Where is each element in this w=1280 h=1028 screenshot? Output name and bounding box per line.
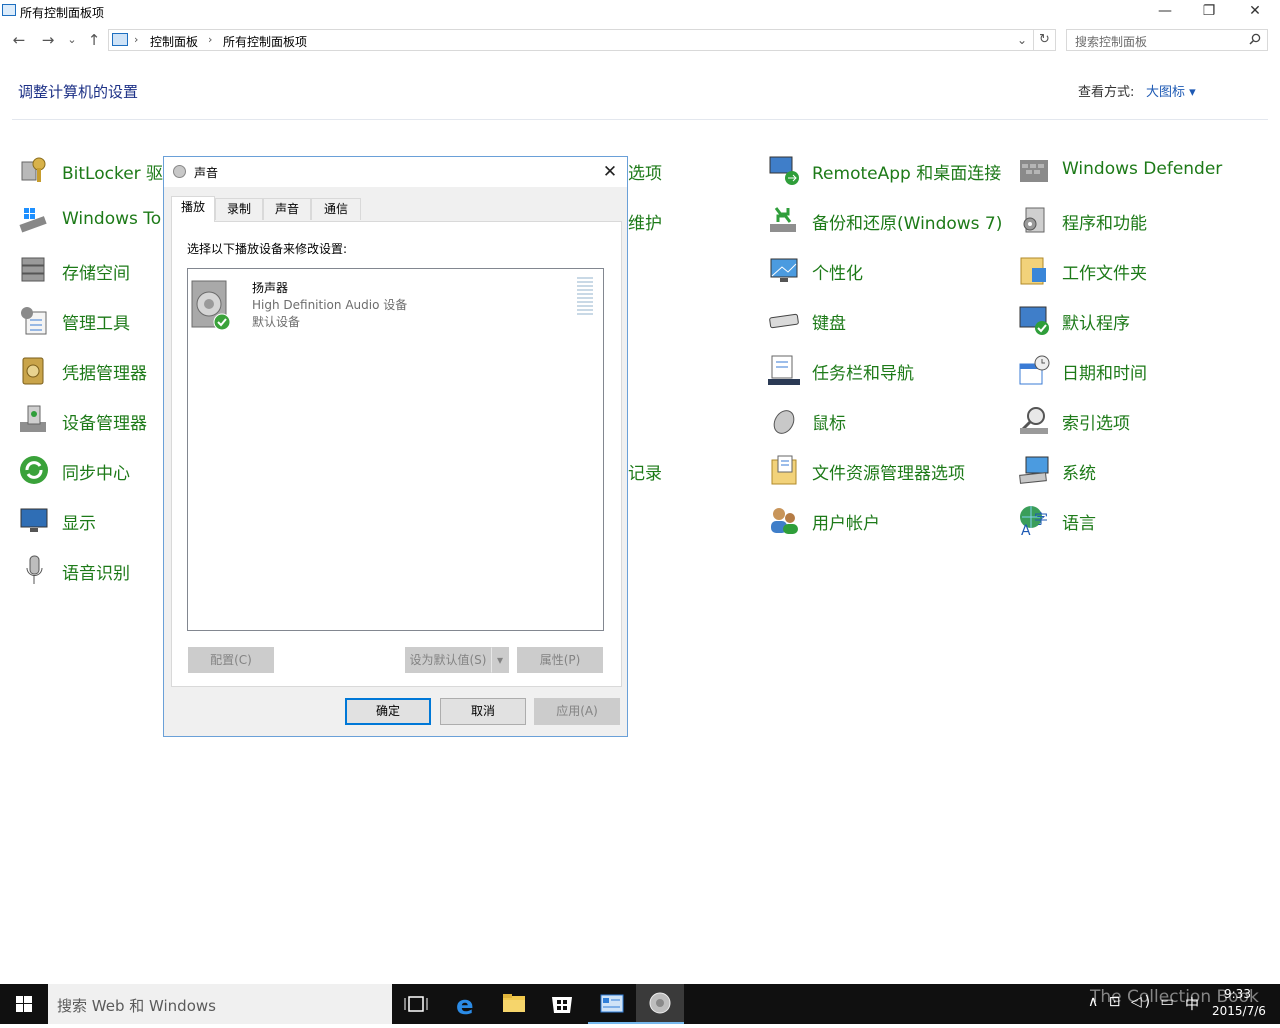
up-button[interactable]: ↑ [84, 30, 104, 50]
divider [12, 119, 1268, 120]
taskbar: 搜索 Web 和 Windows e The Collection Book ∧… [0, 984, 1280, 1024]
indexing-options-icon [1019, 407, 1048, 434]
page-title: 调整计算机的设置 [18, 83, 139, 101]
windows-logo-icon [16, 996, 32, 1012]
svg-text:e: e [456, 991, 474, 1021]
taskbar-search-placeholder: 搜索 Web 和 Windows [57, 997, 216, 1015]
sound-taskbar-button[interactable] [636, 984, 684, 1024]
device-status: 默认设备 [252, 315, 301, 329]
speaker-icon [649, 992, 671, 1014]
task-view-button[interactable] [392, 984, 440, 1024]
mouse-icon [773, 410, 795, 434]
usb-drive-icon [19, 208, 47, 233]
bitlocker-icon [21, 157, 46, 182]
display-icon [20, 508, 48, 532]
personalization-icon [770, 258, 798, 282]
set-default-button[interactable]: 设为默认值(S) [405, 647, 491, 673]
configure-button[interactable]: 配置(C) [188, 647, 274, 673]
microphone-icon [26, 555, 43, 584]
clock-time[interactable]: 9:33 [1224, 987, 1251, 1001]
file-explorer-options-icon [771, 455, 797, 485]
window-title-bar: 所有控制面板项 — ❐ ✕ [0, 0, 1280, 24]
dialog-title-bar: 声音 ✕ [164, 157, 627, 187]
device-name: 扬声器 [252, 281, 289, 295]
svg-text:A: A [1021, 523, 1031, 536]
instruction-text: 选择以下播放设备来修改设置: [187, 242, 348, 256]
sound-icon [173, 165, 186, 178]
task-view-icon [404, 996, 428, 1012]
credential-manager-icon [22, 357, 44, 385]
folder-icon [503, 994, 525, 1012]
control-panel-icon [600, 994, 624, 1013]
tab-playback[interactable]: 播放 [171, 196, 215, 222]
backup-restore-icon [770, 207, 796, 232]
minimize-button[interactable]: — [1142, 0, 1188, 24]
svg-text:字: 字 [1034, 512, 1048, 528]
refresh-button[interactable]: ↻ [1034, 29, 1056, 51]
taskbar-search-box[interactable]: 搜索 Web 和 Windows [48, 984, 392, 1024]
address-bar[interactable]: › 控制面板 › 所有控制面板项 ⌄ [108, 29, 1034, 51]
remoteapp-icon [769, 156, 799, 185]
tab-sounds[interactable]: 声音 [263, 198, 311, 220]
language-icon: A字 [1020, 506, 1048, 536]
search-icon[interactable] [1249, 33, 1261, 48]
clock-date[interactable]: 2015/7/6 [1212, 1004, 1266, 1018]
device-manager-icon [20, 405, 46, 432]
volume-meter [577, 277, 593, 317]
tab-communications[interactable]: 通信 [311, 198, 361, 220]
view-by-dropdown[interactable]: 大图标 ▾ [1146, 81, 1196, 100]
control-panel-taskbar-button[interactable] [588, 984, 636, 1024]
ime-indicator[interactable]: 中 [1185, 994, 1199, 1014]
admin-tools-icon [21, 307, 47, 335]
sync-center-icon [20, 456, 48, 484]
sound-dialog: 声音 ✕ 播放 录制 声音 通信 选择以下播放设备来修改设置: 扬声器 High… [163, 156, 628, 737]
system-icon [1019, 456, 1049, 484]
cancel-button[interactable]: 取消 [440, 698, 526, 725]
system-tray-icons[interactable]: ∧ ⊡ ◁) ▭ [1088, 994, 1177, 1010]
address-dropdown-button[interactable]: ⌄ [1017, 33, 1027, 47]
search-input[interactable]: 搜索控制面板 [1066, 29, 1268, 51]
device-description: High Definition Audio 设备 [252, 298, 408, 312]
playback-panel: 选择以下播放设备来修改设置: 扬声器 High Definition Audio… [171, 221, 622, 687]
recent-locations-button[interactable]: ⌄ [62, 30, 82, 50]
windows-defender-icon [1020, 160, 1048, 182]
properties-button[interactable]: 属性(P) [517, 647, 603, 673]
window-title: 所有控制面板项 [20, 6, 105, 20]
breadcrumb-all-items[interactable]: 所有控制面板项 [223, 33, 307, 50]
edge-button[interactable]: e [442, 984, 490, 1024]
apply-button[interactable]: 应用(A) [534, 698, 620, 725]
file-explorer-button[interactable] [490, 984, 538, 1024]
dialog-close-button[interactable]: ✕ [596, 160, 624, 184]
restore-button[interactable]: ❐ [1186, 0, 1232, 24]
device-list[interactable]: 扬声器 High Definition Audio 设备 默认设备 [187, 268, 604, 631]
breadcrumb-separator: › [134, 33, 139, 46]
list-item[interactable]: 扬声器 High Definition Audio 设备 默认设备 [188, 269, 603, 339]
forward-button[interactable]: → [38, 30, 58, 50]
control-panel-icon [112, 33, 128, 46]
user-accounts-icon [771, 508, 798, 534]
control-panel-icon [2, 4, 16, 16]
storage-spaces-icon [21, 257, 45, 282]
back-button[interactable]: ← [9, 30, 29, 50]
set-default-dropdown-button[interactable]: ▾ [491, 647, 509, 673]
dialog-title: 声音 [194, 166, 219, 180]
ok-button[interactable]: 确定 [345, 698, 431, 725]
speaker-icon [191, 280, 231, 331]
taskbar-navigation-icon [768, 355, 800, 385]
default-programs-icon [1019, 306, 1049, 335]
close-button[interactable]: ✕ [1232, 0, 1278, 24]
breadcrumb-control-panel[interactable]: 控制面板 [150, 33, 198, 50]
store-button[interactable] [538, 984, 586, 1024]
store-icon [552, 997, 572, 1013]
programs-features-icon [1023, 207, 1045, 233]
start-button[interactable] [0, 984, 48, 1024]
view-by-label: 查看方式: [1078, 85, 1135, 100]
search-placeholder: 搜索控制面板 [1075, 35, 1148, 49]
tab-recording[interactable]: 录制 [215, 198, 263, 220]
breadcrumb-separator: › [208, 33, 213, 46]
edge-icon: e [456, 991, 474, 1021]
work-folders-icon [1020, 257, 1046, 285]
date-time-icon [1019, 355, 1050, 385]
keyboard-icon [769, 313, 799, 329]
